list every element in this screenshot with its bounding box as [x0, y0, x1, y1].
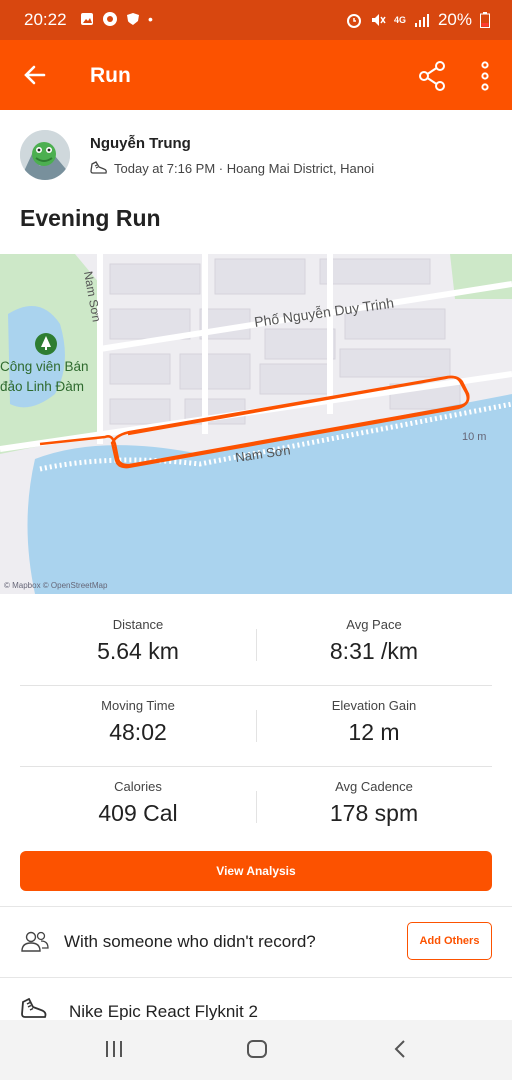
shoe-icon [21, 998, 47, 1018]
activity-meta-text: Today at 7:16 PM · Hoang Mai District, H… [114, 160, 375, 176]
gear-name: Nike Epic React Flyknit 2 [69, 1002, 258, 1021]
stat-label: Distance [112, 617, 164, 632]
system-nav-bar [0, 1020, 512, 1080]
recent-apps-icon[interactable] [104, 1038, 124, 1060]
alarm-icon [346, 14, 361, 28]
page-title: Run [90, 64, 131, 87]
stat-avg-pace: Avg Pace 8:31 /km [256, 605, 492, 665]
athlete-name[interactable]: Nguyễn Trung [90, 135, 191, 152]
stat-value: 12 m [348, 719, 400, 745]
stat-value: 48:02 [109, 719, 167, 745]
people-icon [21, 931, 49, 952]
divider [0, 906, 512, 907]
view-analysis-button[interactable]: View Analysis [20, 851, 492, 891]
app-bar: Run [0, 40, 512, 110]
route-map[interactable]: Công viên Bán đảo Linh Đàm Phố Nguyễn Du… [0, 254, 512, 594]
stat-label: Avg Pace [346, 617, 402, 632]
map-attribution: © Mapbox © OpenStreetMap [4, 581, 108, 590]
stat-label: Calories [114, 779, 162, 794]
stats-row-1: Distance 5.64 km Avg Pace 8:31 /km [20, 605, 492, 685]
home-icon[interactable] [246, 1038, 268, 1060]
map-scale: 10 m [462, 431, 486, 443]
map-label-park-2: đảo Linh Đàm [0, 379, 84, 394]
with-someone-row: With someone who didn't record? Add Othe… [0, 908, 512, 976]
stat-value: 5.64 km [97, 638, 179, 664]
share-icon[interactable] [416, 60, 448, 92]
stats-row-2: Moving Time 48:02 Elevation Gain 12 m [20, 686, 492, 766]
map-label-park-1: Công viên Bán [0, 359, 89, 374]
battery-percent: 20% [437, 10, 472, 29]
mute-icon [371, 14, 386, 26]
gear-row[interactable]: Nike Epic React Flyknit 2 [0, 980, 512, 1021]
gallery-icon [81, 13, 93, 25]
stat-label: Avg Cadence [335, 779, 413, 794]
signal-icon [414, 14, 429, 27]
more-vertical-icon[interactable] [478, 60, 492, 92]
stat-value: 8:31 /km [329, 638, 419, 664]
stat-elevation-gain: Elevation Gain 12 m [256, 686, 492, 746]
divider [0, 977, 512, 978]
activity-meta: Today at 7:16 PM · Hoang Mai District, H… [90, 160, 374, 176]
stat-label: Moving Time [101, 698, 175, 713]
shield-icon [127, 13, 139, 25]
stat-distance: Distance 5.64 km [20, 605, 256, 665]
assistant-icon [103, 12, 117, 26]
battery-icon [480, 12, 490, 28]
with-someone-text: With someone who didn't record? [64, 932, 316, 951]
stat-calories: Calories 409 Cal [20, 767, 256, 827]
status-bar: 20:22 • 4G 20% [0, 0, 512, 40]
shoe-icon [90, 161, 107, 174]
activity-header: Nguyễn Trung Today at 7:16 PM · Hoang Ma… [0, 110, 512, 250]
activity-title: Evening Run [20, 205, 161, 231]
stat-moving-time: Moving Time 48:02 [20, 686, 256, 746]
add-others-button[interactable]: Add Others [407, 922, 492, 960]
back-icon[interactable] [392, 1038, 408, 1060]
stat-label: Elevation Gain [331, 698, 417, 713]
stat-avg-cadence: Avg Cadence 178 spm [256, 767, 492, 827]
dot-icon: • [148, 11, 153, 27]
stat-value: 178 spm [329, 800, 419, 826]
network-type: 4G [393, 15, 406, 25]
stats-row-3: Calories 409 Cal Avg Cadence 178 spm [20, 767, 492, 847]
avatar[interactable] [20, 130, 70, 180]
status-time: 20:22 [24, 10, 67, 29]
stat-value: 409 Cal [98, 800, 178, 826]
back-arrow-icon[interactable] [22, 62, 48, 88]
